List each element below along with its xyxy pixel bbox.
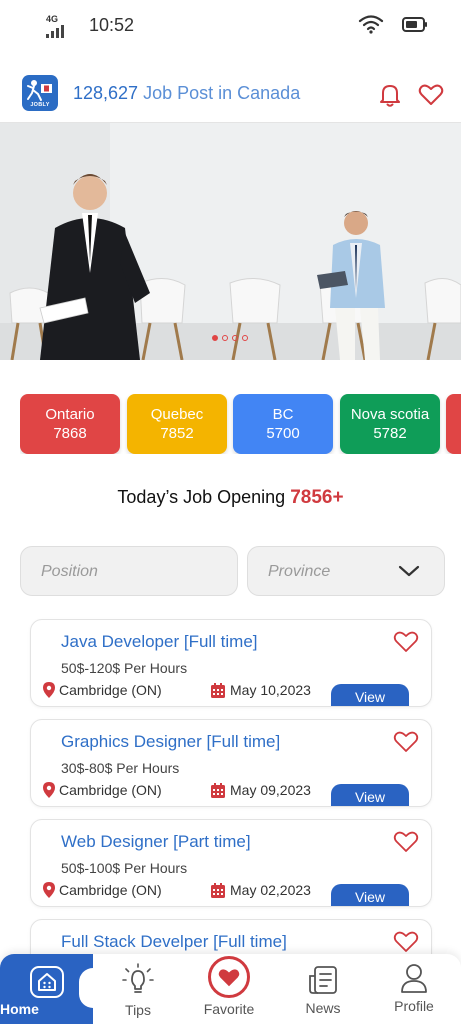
location-pin-icon [43, 782, 55, 798]
logo-icon [27, 80, 52, 101]
job-date: May 10,2023 [211, 682, 311, 698]
job-location: Cambridge (ON) [43, 682, 162, 698]
app-logo: JOBLY [22, 75, 58, 111]
province-chip-bc[interactable]: BC 5700 [233, 394, 333, 454]
status-bar: 4G 10:52 [0, 0, 461, 52]
chevron-down-icon [398, 565, 420, 577]
nav-label-news: News [305, 1000, 341, 1016]
app-header: JOBLY 128,627 Job Post in Canada [0, 70, 461, 120]
wifi-icon [358, 15, 384, 34]
view-button[interactable]: View [331, 884, 409, 906]
page-title: 128,627 Job Post in Canada [73, 83, 300, 104]
favorites-heart-icon[interactable] [418, 83, 444, 107]
heart-filled-icon [218, 969, 240, 987]
user-icon [401, 964, 427, 993]
nav-profile[interactable]: Profile [374, 954, 454, 1024]
job-location-text: Cambridge (ON) [59, 882, 162, 898]
news-icon [309, 966, 337, 994]
job-card[interactable]: Graphics Designer [Full time] 30$-80$ Pe… [30, 719, 432, 807]
job-salary: 30$-80$ Per Hours [61, 760, 180, 776]
banner-image [0, 123, 461, 360]
bell-icon[interactable] [378, 82, 402, 108]
location-pin-icon [43, 682, 55, 698]
carousel-dot[interactable] [242, 335, 248, 341]
job-salary: 50$-120$ Per Hours [61, 660, 188, 676]
position-input[interactable]: Position [20, 546, 238, 596]
logo-text: JOBLY [30, 102, 50, 108]
carousel-dot[interactable] [222, 335, 228, 341]
job-salary: 50$-100$ Per Hours [61, 860, 188, 876]
heart-icon[interactable] [393, 830, 419, 854]
job-title[interactable]: Java Developer [Full time] [61, 632, 258, 652]
calendar-icon [211, 882, 225, 898]
province-count: 7868 [53, 425, 87, 442]
job-date: May 09,2023 [211, 782, 311, 798]
province-select[interactable]: Province [247, 546, 445, 596]
calendar-icon [211, 782, 225, 798]
job-date-text: May 09,2023 [230, 782, 311, 798]
title-suffix: Job Post in Canada [143, 83, 301, 103]
heart-icon[interactable] [393, 730, 419, 754]
opening-label: Today’s Job Opening [117, 487, 286, 507]
carousel-dot[interactable] [212, 335, 218, 341]
nav-label-tips: Tips [125, 1002, 151, 1018]
job-location-text: Cambridge (ON) [59, 782, 162, 798]
job-title[interactable]: Graphics Designer [Full time] [61, 732, 280, 752]
opening-count: 7856+ [290, 487, 344, 508]
province-name: Nova scotia [350, 406, 430, 423]
job-date-text: May 10,2023 [230, 682, 311, 698]
nav-news[interactable]: News [283, 954, 363, 1024]
carousel-indicators [212, 335, 248, 341]
province-chip-quebec[interactable]: Quebec 7852 [127, 394, 227, 454]
nav-home[interactable]: Home [0, 954, 107, 1024]
battery-icon [402, 17, 427, 32]
position-placeholder: Position [41, 563, 98, 580]
bottom-navigation: Home Tips Favorite News Profile [0, 954, 461, 1024]
lightbulb-icon [122, 963, 154, 993]
job-date: May 02,2023 [211, 882, 311, 898]
view-button[interactable]: View [331, 684, 409, 706]
banner-carousel[interactable] [0, 123, 461, 360]
province-chip-nova-scotia[interactable]: Nova scotia 5782 [340, 394, 440, 454]
total-job-count: 128,627 [73, 83, 139, 103]
province-chip-partial[interactable] [446, 394, 461, 454]
province-name: Quebec [150, 406, 204, 423]
heart-icon[interactable] [393, 630, 419, 654]
province-count: 5700 [266, 425, 300, 442]
nav-label-home: Home [0, 1001, 39, 1017]
province-count: 5782 [373, 425, 407, 442]
cellular-signal-icon: 4G [46, 14, 72, 38]
location-pin-icon [43, 882, 55, 898]
job-title[interactable]: Full Stack Develper [Full time] [61, 932, 287, 952]
carousel-dot[interactable] [232, 335, 238, 341]
job-title[interactable]: Web Designer [Part time] [61, 832, 251, 852]
job-location: Cambridge (ON) [43, 782, 162, 798]
job-card[interactable]: Web Designer [Part time] 50$-100$ Per Ho… [30, 819, 432, 907]
job-card[interactable]: Java Developer [Full time] 50$-120$ Per … [30, 619, 432, 707]
job-location-text: Cambridge (ON) [59, 682, 162, 698]
nav-tips[interactable]: Tips [98, 954, 178, 1024]
network-type: 4G [46, 14, 59, 24]
nav-favorite[interactable]: Favorite [189, 954, 269, 1024]
nav-label-profile: Profile [394, 998, 434, 1014]
nav-label-favorite: Favorite [203, 1001, 255, 1017]
province-name: Ontario [45, 406, 95, 423]
province-placeholder: Province [268, 563, 331, 580]
province-chips: Ontario 7868 Quebec 7852 BC 5700 Nova sc… [20, 394, 461, 454]
province-count: 7852 [160, 425, 194, 442]
favorite-circle [208, 956, 250, 998]
job-location: Cambridge (ON) [43, 882, 162, 898]
status-time: 10:52 [89, 15, 135, 35]
calendar-icon [211, 682, 225, 698]
home-icon [30, 966, 64, 998]
job-date-text: May 02,2023 [230, 882, 311, 898]
view-button[interactable]: View [331, 784, 409, 806]
todays-job-opening: Today’s Job Opening 7856+ [0, 487, 461, 509]
province-name: BC [272, 406, 294, 423]
heart-icon[interactable] [393, 930, 419, 954]
province-chip-ontario[interactable]: Ontario 7868 [20, 394, 120, 454]
